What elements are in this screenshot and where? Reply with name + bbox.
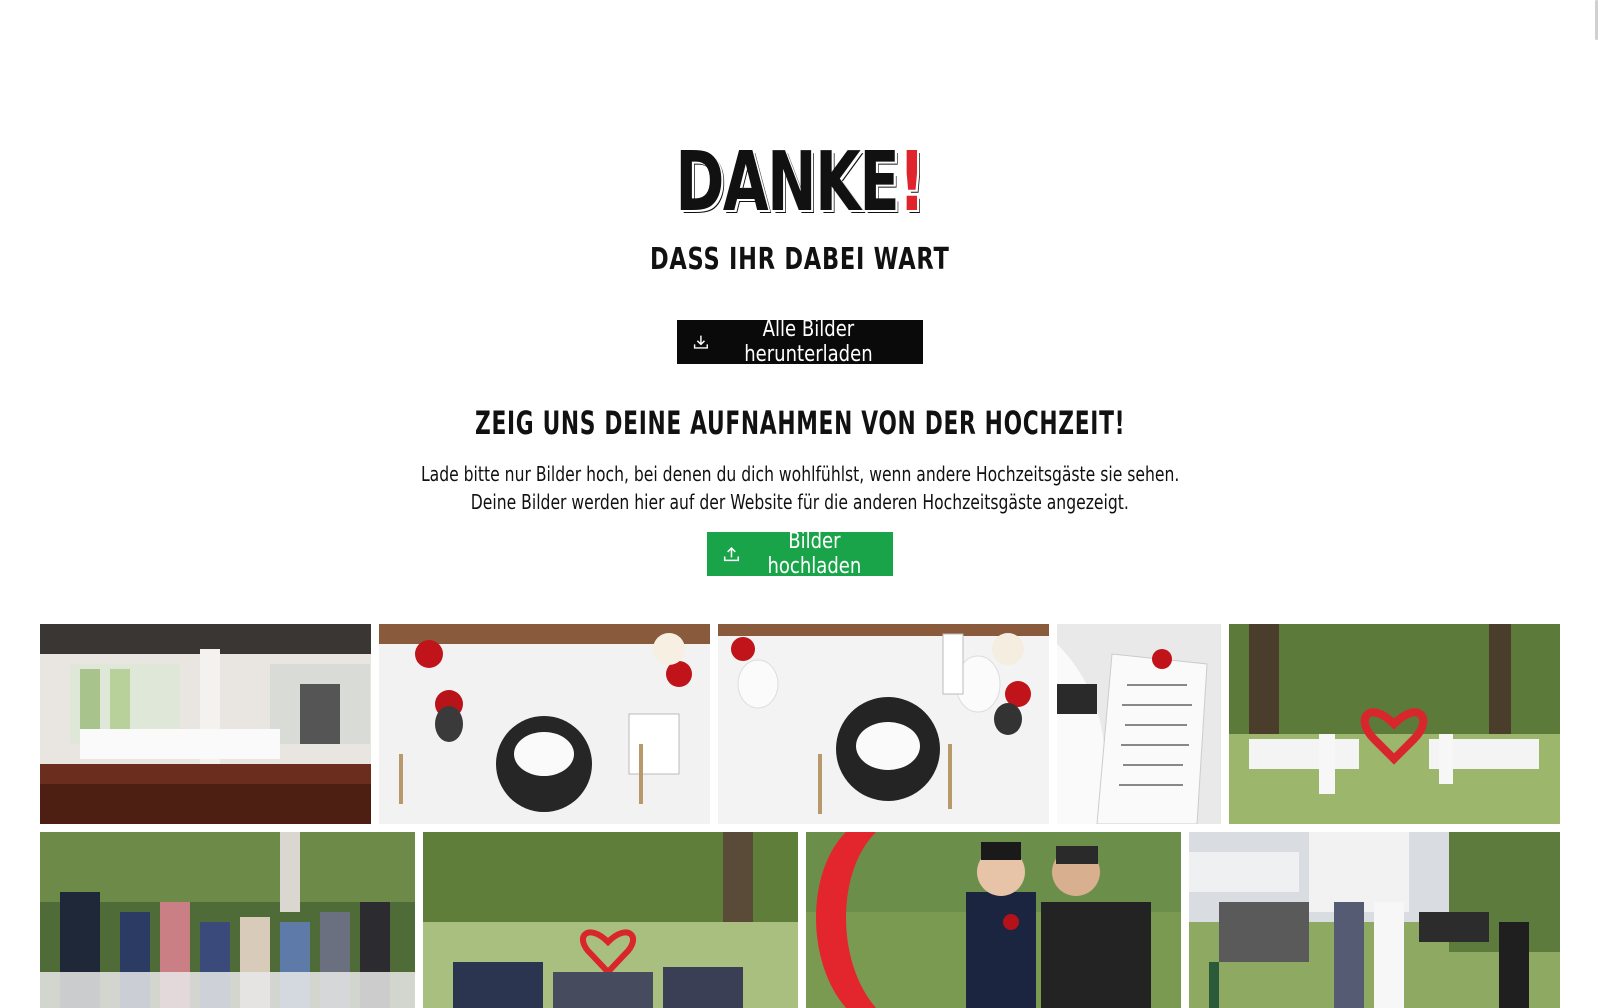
hero: DANKE! DASS IHR DABEI WART xyxy=(0,140,1600,278)
photo-hall-interior[interactable] xyxy=(40,624,371,824)
upload-heading-wrap: ZEIG UNS DEINE AUFNAHMEN VON DER HOCHZEI… xyxy=(0,404,1600,442)
hero-subtitle: DASS IHR DABEI WART xyxy=(650,242,950,277)
upload-heading: ZEIG UNS DEINE AUFNAHMEN VON DER HOCHZEI… xyxy=(474,404,1126,442)
photo-ceremony-wide[interactable] xyxy=(423,832,798,1008)
photo-garden-ceremony-heart[interactable] xyxy=(1229,624,1560,824)
upload-icon xyxy=(723,546,740,562)
photo-guests-seated[interactable] xyxy=(40,832,415,1008)
download-icon xyxy=(693,335,708,349)
upload-description-line1: Lade bitte nur Bilder hoch, bei denen du… xyxy=(420,462,1180,486)
photo-groom-and-friend[interactable] xyxy=(806,832,1181,1008)
photo-table-setting-2[interactable] xyxy=(718,624,1049,824)
scrollbar[interactable] xyxy=(1595,0,1598,40)
photo-menu-card[interactable] xyxy=(1057,624,1221,824)
photo-table-setting-1[interactable] xyxy=(379,624,710,824)
upload-images-label: Bilder hochladen xyxy=(767,529,862,579)
danke-logo: DANKE! xyxy=(627,140,972,226)
upload-images-button[interactable]: Bilder hochladen xyxy=(707,529,893,579)
download-all-button[interactable]: Alle Bilder herunterladen xyxy=(677,317,923,367)
upload-description: Lade bitte nur Bilder hoch, bei denen du… xyxy=(0,460,1600,516)
photo-bride-walk[interactable] xyxy=(1189,832,1560,1008)
logo-exclamation: ! xyxy=(898,135,926,230)
logo-text: DANKE xyxy=(675,135,900,230)
download-all-label: Alle Bilder herunterladen xyxy=(744,317,873,367)
upload-description-line2: Deine Bilder werden hier auf der Website… xyxy=(470,490,1130,514)
